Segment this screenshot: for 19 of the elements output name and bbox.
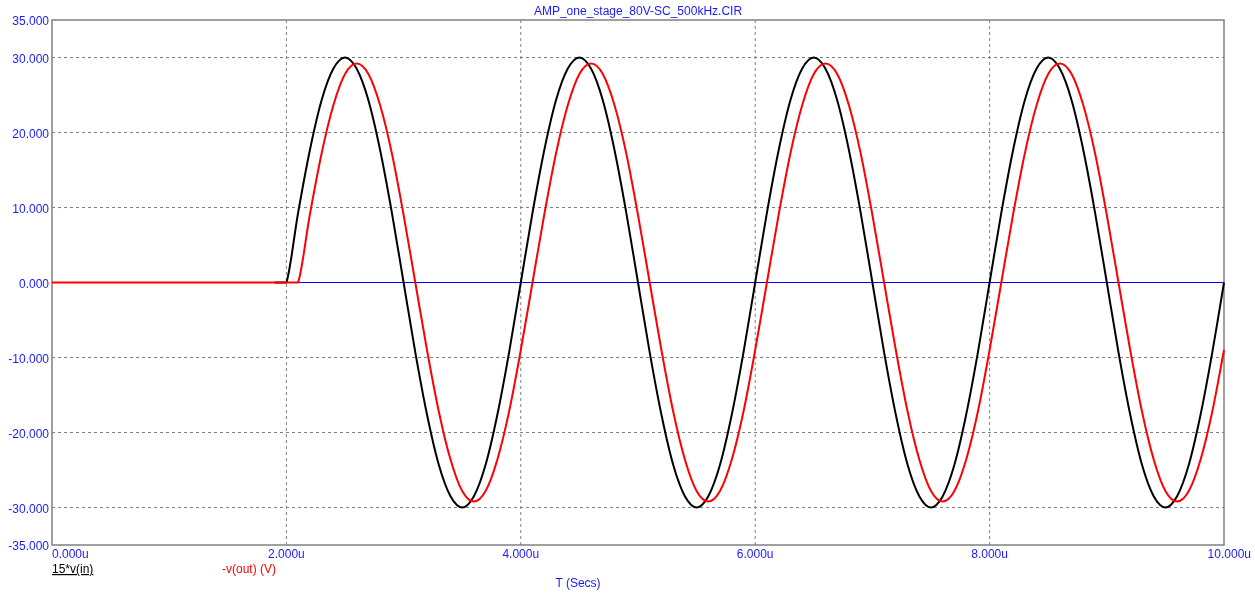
legend-label[interactable]: 15*v(in) bbox=[52, 562, 94, 576]
axis-title: T (Secs) bbox=[555, 576, 601, 590]
axis-tick-label: -35.000 bbox=[8, 539, 49, 553]
axis-tick-label: 10.000u bbox=[1207, 547, 1251, 561]
axis-tick-label: 8.000u bbox=[971, 547, 1008, 561]
axis-tick-label: 4.000u bbox=[502, 547, 540, 561]
axis-tick-label: 30.000 bbox=[12, 51, 49, 66]
axis-tick-label: -30.000 bbox=[8, 501, 49, 516]
chart-title: AMP_one_stage_80V-SC_500kHz.CIR bbox=[533, 4, 743, 18]
legend-label[interactable]: -v(out) (V) bbox=[222, 562, 276, 576]
axis-tick-label: 2.000u bbox=[268, 547, 305, 561]
axis-tick-label: -20.000 bbox=[8, 426, 49, 441]
axis-tick-label: 0.000u bbox=[52, 547, 89, 561]
axis-tick-label: 0.000 bbox=[18, 276, 49, 291]
axis-tick-label: 10.000 bbox=[12, 201, 49, 216]
axis-tick-label: -10.000 bbox=[8, 351, 49, 366]
axis-tick-label: 20.000 bbox=[12, 126, 49, 141]
axis-tick-label: 35.000 bbox=[12, 14, 49, 28]
axis-tick-label: 6.000u bbox=[736, 547, 774, 561]
